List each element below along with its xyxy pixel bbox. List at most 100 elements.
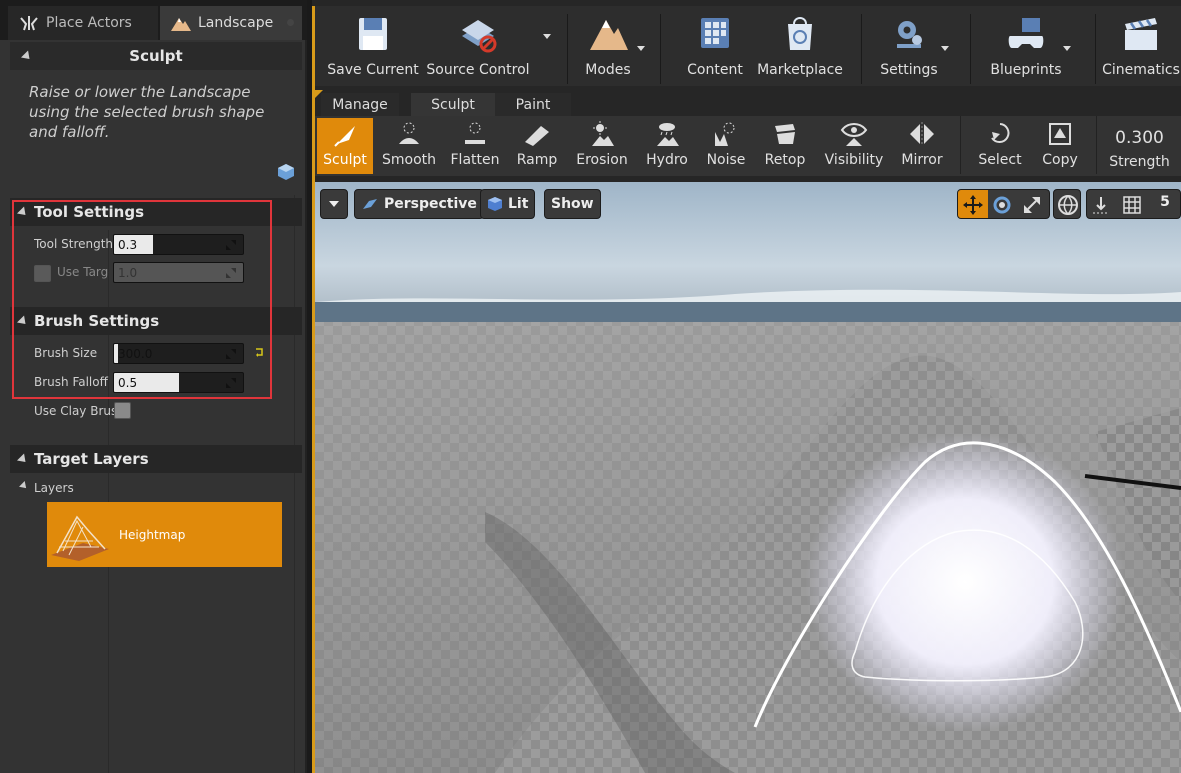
lit-cube-icon xyxy=(488,197,502,211)
tool-label: Select xyxy=(978,152,1022,168)
erosion-icon xyxy=(592,121,614,146)
layers-row[interactable]: Layers xyxy=(10,476,302,498)
heightmap-label: Heightmap xyxy=(119,527,186,542)
unreal-editor: Place Actors Landscape Sculpt Raise or l… xyxy=(0,0,1181,773)
use-clay-brush-label: Use Clay Brush xyxy=(34,404,114,418)
highlight-box xyxy=(12,200,272,399)
show-button[interactable]: Show xyxy=(544,189,601,219)
marketplace-icon xyxy=(788,17,812,50)
toolbar-separator xyxy=(1095,14,1096,84)
strength-value: 0.300 xyxy=(1115,128,1164,148)
blueprints-button[interactable]: Blueprints xyxy=(987,12,1071,86)
mirror-icon xyxy=(910,122,934,146)
settings-button[interactable]: Settings xyxy=(875,12,949,86)
tool-hydro[interactable]: Hydro xyxy=(639,118,695,174)
tab-close-dot[interactable] xyxy=(287,19,294,26)
tool-select[interactable]: Select xyxy=(975,118,1025,174)
sculpt-title: Sculpt xyxy=(129,47,183,65)
grid-snap-icon[interactable] xyxy=(1120,193,1144,217)
dropdown-caret-icon[interactable] xyxy=(637,46,645,51)
left-tab-bar: Place Actors Landscape xyxy=(0,0,307,40)
lit-button[interactable]: Lit xyxy=(480,189,536,219)
scale-icon[interactable] xyxy=(1020,193,1044,217)
tool-label: Visibility xyxy=(824,152,884,168)
blueprints-icon xyxy=(1008,18,1044,48)
rotate-icon[interactable] xyxy=(990,193,1014,217)
toolbar-separator xyxy=(567,14,568,84)
heightmap-layer[interactable]: Heightmap xyxy=(47,502,282,567)
tool-sculpt[interactable]: Sculpt xyxy=(317,118,373,174)
place-actors-icon xyxy=(20,16,38,31)
help-cube-icon[interactable] xyxy=(276,162,296,182)
surface-snap-icon[interactable] xyxy=(1089,193,1113,217)
perspective-button[interactable]: Perspective xyxy=(354,189,484,219)
perspective-plane-icon xyxy=(363,199,377,209)
strength-label: Strength xyxy=(1109,154,1170,170)
dropdown-caret-icon[interactable] xyxy=(1063,46,1071,51)
viewport-options-button[interactable] xyxy=(320,189,348,219)
toolbar-separator xyxy=(960,116,961,174)
tool-erosion[interactable]: Erosion xyxy=(571,118,633,174)
strength-readout[interactable]: 0.300 Strength xyxy=(1098,120,1181,176)
tool-copy[interactable]: Copy xyxy=(1035,118,1085,174)
toolbar-separator xyxy=(660,14,661,84)
grid-size-value[interactable]: 5 xyxy=(1151,194,1179,216)
flatten-icon xyxy=(465,122,485,144)
transform-tools-group xyxy=(957,189,1050,219)
tool-label: Sculpt xyxy=(323,152,367,168)
tab-landscape[interactable]: Landscape xyxy=(160,6,302,40)
tool-flatten[interactable]: Flatten xyxy=(445,118,505,174)
lit-label: Lit xyxy=(508,196,529,212)
level-viewport[interactable]: Perspective Lit Show 5 xyxy=(315,182,1181,773)
chevron-down-icon xyxy=(329,201,339,207)
dropdown-caret-icon[interactable] xyxy=(941,46,949,51)
save-current-button[interactable]: Save Current xyxy=(323,12,423,86)
visibility-icon xyxy=(840,123,868,146)
globe-icon[interactable] xyxy=(1056,193,1080,217)
translate-icon[interactable] xyxy=(961,193,985,217)
cinematics-button[interactable]: Cinematics xyxy=(1101,12,1181,86)
content-button[interactable]: Content xyxy=(681,12,749,86)
tool-ramp[interactable]: Ramp xyxy=(511,118,563,174)
modes-button[interactable]: Modes xyxy=(577,12,645,86)
sculpt-header[interactable]: Sculpt xyxy=(10,42,302,70)
toolbar-label: Modes xyxy=(585,62,631,78)
tool-label: Noise xyxy=(706,152,746,168)
tool-visibility[interactable]: Visibility xyxy=(821,118,887,174)
tool-mirror[interactable]: Mirror xyxy=(897,118,947,174)
tool-retop[interactable]: Retop xyxy=(759,118,811,174)
marketplace-button[interactable]: Marketplace xyxy=(755,12,845,86)
tab-sculpt[interactable]: Sculpt xyxy=(411,93,495,116)
source-control-button[interactable]: Source Control xyxy=(425,12,551,86)
toolbar-label: Marketplace xyxy=(757,62,843,78)
content-icon xyxy=(701,18,729,48)
hydro-icon xyxy=(657,123,679,146)
toolbar-separator xyxy=(1096,116,1097,174)
tool-label: Mirror xyxy=(901,152,943,168)
target-layers-title: Target Layers xyxy=(34,450,149,468)
tool-noise[interactable]: Noise xyxy=(701,118,751,174)
collapse-arrow-icon xyxy=(16,452,30,466)
tool-label: Copy xyxy=(1042,152,1078,168)
tab-label: Landscape xyxy=(198,15,274,31)
use-clay-brush-checkbox[interactable] xyxy=(114,402,131,419)
tool-label: Ramp xyxy=(516,152,558,168)
collapse-arrow-icon xyxy=(19,481,29,491)
select-icon xyxy=(991,123,1010,143)
source-control-icon xyxy=(462,20,497,53)
tab-place-actors[interactable]: Place Actors xyxy=(8,6,158,40)
smooth-icon xyxy=(399,122,419,144)
tab-paint[interactable]: Paint xyxy=(495,93,571,116)
tool-label: Retop xyxy=(764,152,806,168)
tool-description: Raise or lower the Landscape using the s… xyxy=(29,83,265,141)
show-label: Show xyxy=(551,196,594,212)
dropdown-caret-icon[interactable] xyxy=(543,34,551,39)
tool-smooth[interactable]: Smooth xyxy=(377,118,441,174)
toolbar-label: Settings xyxy=(880,62,938,78)
tab-manage[interactable]: Manage xyxy=(321,93,399,116)
sculpt-tool-bar: Sculpt Smooth Flatten Ramp Erosion Hydro… xyxy=(315,116,1181,176)
tool-label: Flatten xyxy=(450,152,500,168)
target-layers-header[interactable]: Target Layers xyxy=(10,445,302,473)
world-local-group xyxy=(1053,189,1081,219)
landscape-mountain-icon xyxy=(171,18,191,31)
